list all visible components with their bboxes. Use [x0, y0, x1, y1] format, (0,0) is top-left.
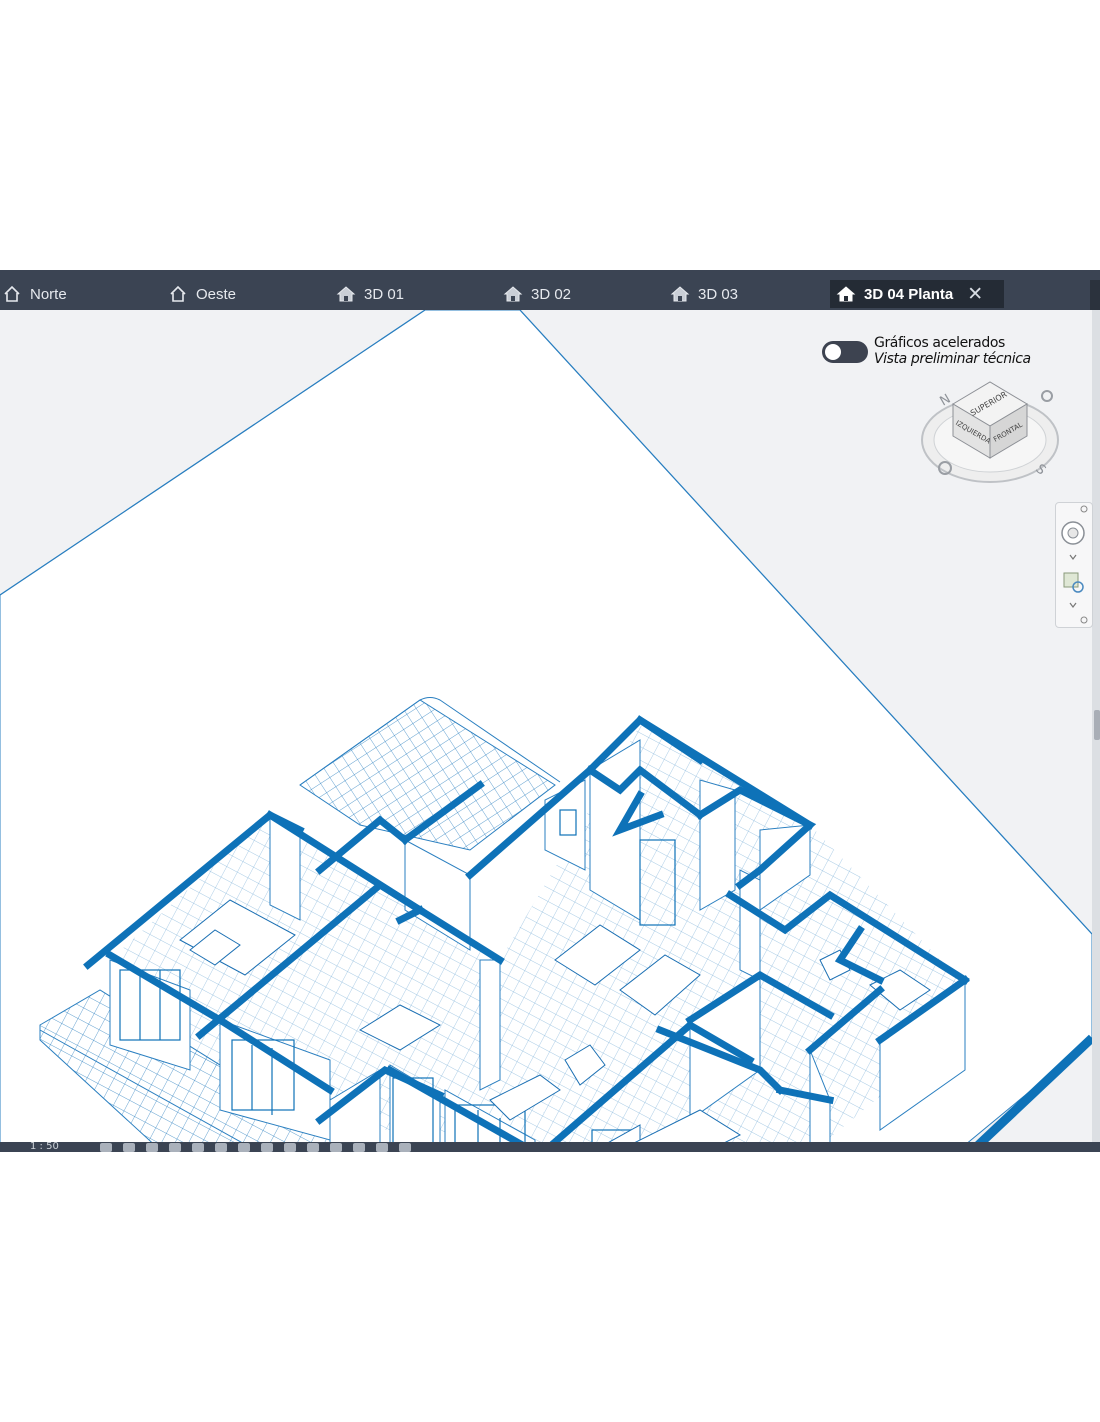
accelerated-graphics-label: Gráficos acelerados: [874, 335, 1005, 351]
tab-3d-03[interactable]: 3D 03: [670, 280, 738, 308]
viewcube[interactable]: SUPERIOR IZQUIERDA FRONTAL N S: [915, 372, 1065, 492]
3d-house-icon: [670, 286, 690, 302]
tab-label: 3D 02: [531, 285, 572, 303]
scroll-thumb[interactable]: [1094, 710, 1100, 740]
worksharing-icon[interactable]: [330, 1143, 342, 1152]
view-scale[interactable]: 1 : 50: [30, 1142, 59, 1152]
tab-3d-01[interactable]: 3D 01: [336, 280, 404, 308]
vertical-scrollbar[interactable]: [1092, 310, 1100, 1142]
tab-label: Norte: [30, 285, 67, 303]
navigation-bar: [1055, 502, 1093, 628]
chevron-down-icon[interactable]: [1069, 554, 1077, 560]
tab-label: 3D 01: [364, 285, 405, 303]
3d-house-icon: [503, 286, 523, 302]
technical-preview-label: Vista preliminar técnica: [874, 351, 1031, 367]
highlight-icon[interactable]: [376, 1143, 388, 1152]
tab-oeste[interactable]: Oeste: [168, 280, 236, 308]
tab-label: 3D 03: [698, 285, 739, 303]
close-tab-icon[interactable]: ✕: [967, 283, 983, 306]
tab-norte[interactable]: Norte: [2, 280, 67, 308]
detail-level-icon[interactable]: [100, 1143, 112, 1152]
tab-bar-edge: [1090, 280, 1100, 310]
temporary-hide-icon[interactable]: [284, 1143, 296, 1152]
toggle-knob: [825, 344, 841, 360]
elevation-view-icon: [170, 285, 186, 302]
tab-label: Oeste: [196, 285, 237, 303]
constraints-icon[interactable]: [399, 1143, 411, 1152]
shadows-icon[interactable]: [169, 1143, 181, 1152]
zoom-region-icon[interactable]: [1063, 572, 1079, 588]
close-navbar-icon[interactable]: [1080, 505, 1088, 513]
tab-label: 3D 04 Planta: [864, 285, 954, 303]
show-crop-icon[interactable]: [238, 1143, 250, 1152]
chevron-down-icon[interactable]: [1069, 602, 1077, 608]
analytical-model-icon[interactable]: [353, 1143, 365, 1152]
lock-view-icon[interactable]: [261, 1143, 273, 1152]
sun-path-icon[interactable]: [146, 1143, 158, 1152]
3d-house-icon: [336, 286, 356, 302]
render-icon[interactable]: [192, 1143, 204, 1152]
visual-style-icon[interactable]: [123, 1143, 135, 1152]
view-control-bar: 1 : 50: [0, 1142, 1100, 1152]
crop-view-icon[interactable]: [215, 1143, 227, 1152]
navbar-options-icon[interactable]: [1080, 616, 1088, 624]
reveal-hidden-icon[interactable]: [307, 1143, 319, 1152]
orbit-icon[interactable]: [1041, 390, 1053, 402]
tab-3d-04-planta[interactable]: 3D 04 Planta ✕: [830, 280, 1004, 308]
3d-house-icon: [836, 286, 856, 302]
accelerated-graphics-toggle[interactable]: [822, 341, 868, 363]
view-tab-bar: Norte Oeste 3D 01 3D 02 3D 03 3D 04 Plan…: [0, 270, 1100, 310]
view-control-icons: [100, 1143, 411, 1152]
elevation-view-icon: [4, 285, 20, 302]
tab-3d-02[interactable]: 3D 02: [503, 280, 571, 308]
